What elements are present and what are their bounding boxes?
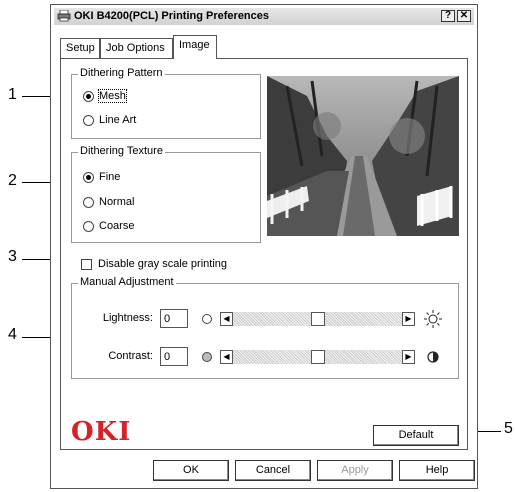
window-title: OKI B4200(PCL) Printing Preferences [74, 10, 270, 22]
radio-mesh-label: Mesh [98, 89, 127, 103]
image-tab-panel: Dithering Pattern Mesh Line Art Ditherin… [60, 58, 468, 450]
dithering-pattern-title: Dithering Pattern [78, 67, 165, 79]
dithering-pattern-group: Dithering Pattern Mesh Line Art [71, 67, 261, 139]
lightness-left-arrow[interactable]: ◀ [220, 312, 233, 326]
contrast-input[interactable] [160, 347, 188, 366]
country-road-photo [267, 76, 459, 236]
radio-line-art[interactable]: Line Art [83, 113, 136, 127]
lightness-input[interactable] [160, 309, 188, 328]
callout-3: 3 [8, 248, 17, 265]
cancel-button[interactable]: Cancel [235, 460, 311, 481]
disable-gray-label: Disable gray scale printing [98, 258, 228, 270]
disable-gray-checkbox-box[interactable] [81, 258, 92, 270]
image-preview [267, 76, 459, 236]
radio-coarse-label: Coarse [99, 220, 135, 232]
radio-fine[interactable]: Fine [83, 170, 120, 184]
radio-mesh-indicator[interactable] [83, 90, 94, 102]
title-bar[interactable]: OKI B4200(PCL) Printing Preferences ? ✕ [54, 8, 474, 25]
radio-fine-indicator[interactable] [83, 171, 94, 183]
callout-2: 2 [8, 172, 17, 189]
lightness-thumb[interactable] [310, 312, 325, 326]
radio-line-art-label: Line Art [99, 114, 137, 126]
ok-button[interactable]: OK [153, 460, 229, 481]
printing-preferences-dialog: OKI B4200(PCL) Printing Preferences ? ✕ … [50, 4, 478, 489]
callout-5: 5 [504, 420, 513, 437]
contrast-thumb[interactable] [310, 350, 325, 364]
manual-adjustment-title: Manual Adjustment [78, 276, 176, 288]
radio-normal-indicator[interactable] [83, 196, 94, 208]
disable-gray-checkbox[interactable]: Disable gray scale printing [81, 257, 227, 271]
printer-icon [57, 10, 71, 22]
oki-logo: OKI [71, 417, 132, 447]
contrast-icon [427, 351, 439, 363]
sun-icon [424, 310, 442, 328]
apply-button[interactable]: Apply [317, 460, 393, 481]
contrast-right-arrow[interactable]: ▶ [402, 350, 415, 364]
lightness-right-arrow[interactable]: ▶ [402, 312, 415, 326]
contrast-slider[interactable]: ◀ ▶ [220, 350, 415, 364]
radio-normal-label: Normal [99, 196, 135, 208]
dithering-texture-title: Dithering Texture [78, 145, 165, 157]
close-button[interactable]: ✕ [457, 10, 471, 22]
dithering-texture-group: Dithering Texture Fine Normal Coarse [71, 145, 261, 243]
manual-adjustment-group: Manual Adjustment Lightness: ◀ ▶ Contras… [71, 276, 459, 379]
tab-image[interactable]: Image [173, 35, 217, 59]
contrast-left-arrow[interactable]: ◀ [220, 350, 233, 364]
help-title-button[interactable]: ? [441, 10, 455, 22]
radio-fine-label: Fine [99, 171, 121, 183]
radio-line-art-indicator[interactable] [83, 114, 94, 126]
radio-mesh[interactable]: Mesh [83, 89, 127, 103]
help-button[interactable]: Help [399, 460, 475, 481]
lightness-label: Lightness: [102, 312, 153, 324]
contrast-low-icon [202, 352, 212, 362]
contrast-label: Contrast: [108, 350, 153, 362]
radio-normal[interactable]: Normal [83, 195, 134, 209]
callout-4: 4 [8, 326, 17, 343]
tab-job-options[interactable]: Job Options [100, 38, 173, 58]
radio-coarse-indicator[interactable] [83, 220, 94, 232]
radio-coarse[interactable]: Coarse [83, 219, 134, 233]
lightness-slider[interactable]: ◀ ▶ [220, 312, 415, 326]
lightness-low-icon [202, 314, 212, 324]
callout-1: 1 [8, 86, 17, 103]
tab-setup[interactable]: Setup [60, 38, 100, 58]
default-button[interactable]: Default [373, 425, 459, 446]
